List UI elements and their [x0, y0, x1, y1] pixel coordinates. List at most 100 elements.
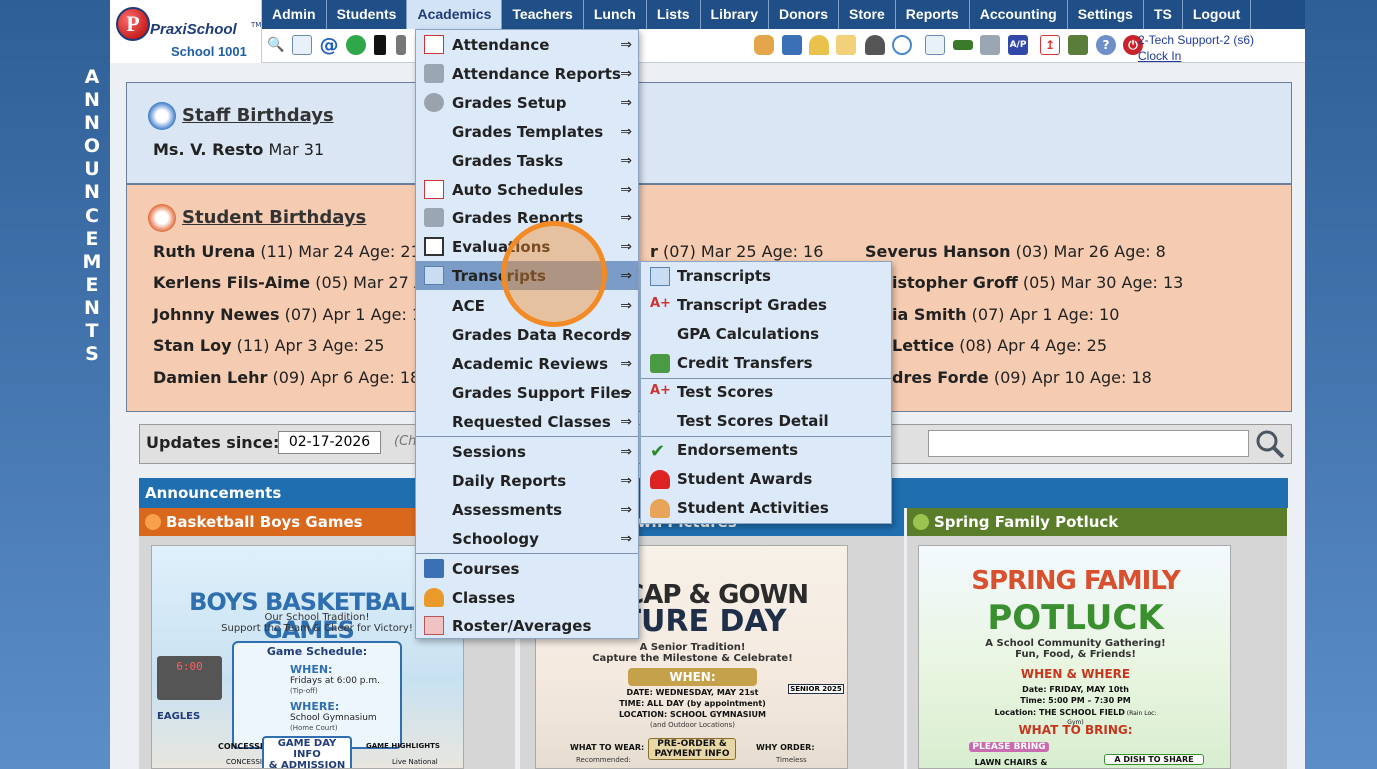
submenu-item-credit-transfers[interactable]: Credit Transfers [641, 349, 891, 378]
birthday-cake-icon [148, 102, 176, 130]
clock-in-link[interactable]: Clock In [1138, 49, 1181, 63]
lunch-icon[interactable] [754, 35, 774, 55]
menu-item-courses[interactable]: Courses [416, 554, 638, 583]
phone-icon[interactable] [374, 35, 386, 55]
bell-icon[interactable] [809, 35, 829, 55]
submenu-item-endorsements[interactable]: ✔ Endorsements [641, 436, 891, 465]
menu-item-grades-support-files[interactable]: Grades Support Files ⇒ [416, 378, 638, 407]
nav-library[interactable]: Library [701, 0, 769, 29]
menu-item-academic-reviews[interactable]: Academic Reviews ⇒ [416, 349, 638, 378]
book-icon [424, 559, 444, 578]
staff-birthdays-title[interactable]: Staff Birthdays [182, 105, 334, 126]
menu-item-roster-averages[interactable]: Roster/Averages [416, 611, 638, 640]
student-birthdays-title[interactable]: Student Birthdays [182, 207, 366, 228]
nav-lunch[interactable]: Lunch [584, 0, 647, 29]
green-dot-icon [913, 514, 929, 530]
birthday-cake-icon [148, 204, 176, 232]
updates-date-input[interactable]: 02-17-2026 [278, 431, 381, 454]
email-at-icon[interactable]: @ [319, 34, 339, 56]
calendar-grid-icon[interactable] [292, 35, 312, 55]
menu-item-daily-reports[interactable]: Daily Reports ⇒ [416, 466, 638, 495]
bill-icon[interactable] [953, 40, 973, 50]
announcement-title[interactable]: Spring Family Potluck [907, 508, 1287, 536]
menu-item-grades-data-records[interactable]: Grades Data Records ⇒ [416, 320, 638, 349]
nav-ts[interactable]: TS [1144, 0, 1183, 29]
menu-item-grades-setup[interactable]: Grades Setup ⇒ [416, 88, 638, 117]
vertical-letter: U [84, 158, 100, 181]
logo-mark: P [116, 7, 150, 41]
nav-admin[interactable]: Admin [262, 0, 327, 29]
menu-item-classes[interactable]: Classes [416, 583, 638, 612]
submenu-item-label: GPA Calculations [677, 325, 820, 343]
student-birthday-entry: Johnny Newes (07) Apr 1 Age: 15 [153, 305, 433, 324]
game-day-info: GAME DAY INFO & ADMISSION [262, 736, 352, 768]
printer-icon[interactable] [980, 35, 1000, 55]
document-icon [650, 267, 670, 286]
form-icon[interactable] [925, 35, 945, 55]
nav-lists[interactable]: Lists [647, 0, 701, 29]
vertical-letter: N [84, 181, 100, 204]
when-value: Fridays at 6:00 p.m. [290, 676, 381, 686]
menu-item-attendance-reports[interactable]: Attendance Reports ⇒ [416, 59, 638, 88]
menu-item-auto-schedules[interactable]: Auto Schedules ⇒ [416, 175, 638, 204]
student-birthday-entry: Kerlens Fils-Aime (05) Mar 27 Age [153, 273, 445, 292]
vertical-letter: E [85, 227, 99, 250]
student-birthday-entry: Lettice (08) Apr 4 Age: 25 [892, 336, 1107, 355]
event-time: Time: 5:00 PM – 7:30 PM [1020, 696, 1131, 705]
academics-menu: Attendance ⇒ Attendance Reports ⇒ Grades Set… [415, 29, 639, 639]
speaker-icon[interactable] [396, 35, 406, 55]
vertical-letter: N [84, 89, 100, 112]
menu-item-sessions[interactable]: Sessions ⇒ [416, 437, 638, 466]
updates-label: Updates since: [146, 433, 280, 452]
submenu-item-student-awards[interactable]: Student Awards [641, 465, 891, 494]
nav-teachers[interactable]: Teachers [502, 0, 584, 29]
submenu-arrow-icon: ⇒ [620, 413, 632, 430]
search-input[interactable] [928, 430, 1249, 457]
gear-icon [424, 93, 444, 112]
menu-item-requested-classes[interactable]: Requested Classes ⇒ [416, 407, 638, 436]
nav-donors[interactable]: Donors [769, 0, 839, 29]
menu-item-grades-tasks[interactable]: Grades Tasks ⇒ [416, 146, 638, 175]
submenu-item-student-activities[interactable]: Student Activities [641, 494, 891, 523]
staff-birthdays-panel: Staff Birthdays Ms. V. Resto Mar 31 [126, 82, 1292, 184]
nav-settings[interactable]: Settings [1068, 0, 1144, 29]
menu-item-assessments[interactable]: Assessments ⇒ [416, 495, 638, 524]
money-icon[interactable] [1068, 35, 1088, 55]
menu-item-attendance[interactable]: Attendance ⇒ [416, 30, 638, 59]
search-button-icon[interactable] [1254, 428, 1286, 460]
menu-item-schoology[interactable]: Schoology ⇒ [416, 524, 638, 553]
submenu-item-label: Credit Transfers [677, 354, 813, 372]
submenu-item-test-scores[interactable]: A+ Test Scores [641, 378, 891, 407]
clock-icon[interactable] [892, 35, 912, 55]
student-birthday-entry: dres Forde (09) Apr 10 Age: 18 [892, 368, 1152, 387]
search-icon[interactable]: 🔍 [266, 35, 286, 55]
pdf-icon[interactable]: ↥ [1040, 35, 1060, 55]
logo-brand: PraxiSchool [150, 21, 237, 38]
book-icon[interactable] [782, 35, 802, 55]
logo[interactable]: P PraxiSchool TM School 1001 [110, 0, 262, 63]
submenu-item-transcript-grades[interactable]: A+ Transcript Grades [641, 291, 891, 320]
live-national: Live National [392, 758, 438, 766]
help-icon[interactable]: ? [1096, 35, 1116, 55]
printer-icon [424, 64, 444, 83]
nav-store[interactable]: Store [839, 0, 896, 29]
submenu-item-transcripts[interactable]: Transcripts [641, 262, 891, 291]
submenu-item-label: Transcript Grades [677, 296, 827, 314]
submenu-arrow-icon: ⇒ [620, 152, 632, 169]
submenu-item-test-scores-detail[interactable]: Test Scores Detail [641, 407, 891, 436]
note-arrow-icon[interactable] [836, 35, 856, 55]
chat-icon[interactable] [346, 35, 366, 55]
submenu-item-gpa-calculations[interactable]: GPA Calculations [641, 320, 891, 349]
poster-title-1: SPRING FAMILY [971, 566, 1180, 596]
nav-accounting[interactable]: Accounting [970, 0, 1068, 29]
nav-academics[interactable]: Academics [407, 0, 503, 29]
nav-reports[interactable]: Reports [896, 0, 970, 29]
ap-icon[interactable]: A/P [1008, 35, 1028, 55]
menu-item-grades-templates[interactable]: Grades Templates ⇒ [416, 117, 638, 146]
what-to-bring: WHAT TO BRING: [1018, 723, 1133, 737]
submenu-arrow-icon: ⇒ [620, 209, 632, 226]
nav-students[interactable]: Students [327, 0, 408, 29]
potluck-poster[interactable]: SPRING FAMILY POTLUCK A School Community… [918, 545, 1231, 769]
person-icon[interactable] [865, 35, 885, 55]
nav-logout[interactable]: Logout [1183, 0, 1252, 29]
